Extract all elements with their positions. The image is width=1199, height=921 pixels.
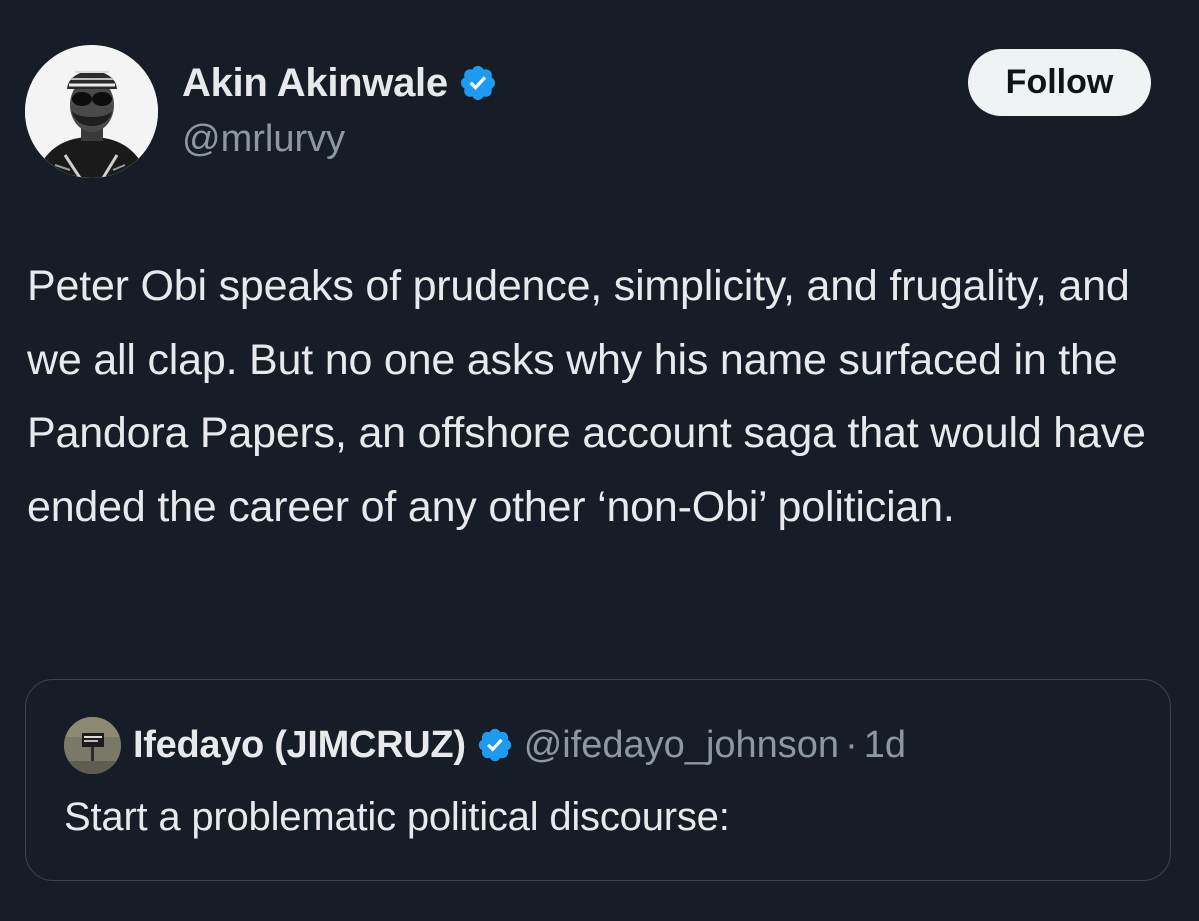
quoted-author-avatar[interactable]	[64, 716, 121, 774]
quoted-tweet-text: Start a problematic political discourse:	[64, 795, 730, 839]
author-avatar[interactable]	[25, 45, 158, 178]
verified-badge-icon[interactable]	[458, 63, 498, 103]
tweet-text: Peter Obi speaks of prudence, simplicity…	[27, 262, 1146, 531]
quoted-tweet-timestamp[interactable]: 1d	[864, 724, 906, 767]
separator-dot: ·	[845, 723, 858, 766]
follow-button[interactable]: Follow	[968, 49, 1151, 116]
tweet-card: Akin Akinwale @mrlurvy Follow Peter Obi …	[0, 0, 1199, 921]
author-name-row: Akin Akinwale	[182, 58, 498, 108]
quoted-tweet[interactable]: Ifedayo (JIMCRUZ) @ifedayo_johnson · 1d …	[25, 679, 1171, 881]
verified-badge-icon	[476, 726, 514, 764]
quoted-author-display-name[interactable]: Ifedayo (JIMCRUZ)	[133, 724, 466, 767]
quoted-author-handle[interactable]: @ifedayo_johnson	[524, 724, 839, 767]
author-handle[interactable]: @mrlurvy	[182, 116, 345, 162]
quoted-tweet-header: Ifedayo (JIMCRUZ) @ifedayo_johnson · 1d	[64, 716, 906, 774]
author-display-name[interactable]: Akin Akinwale	[182, 58, 448, 108]
